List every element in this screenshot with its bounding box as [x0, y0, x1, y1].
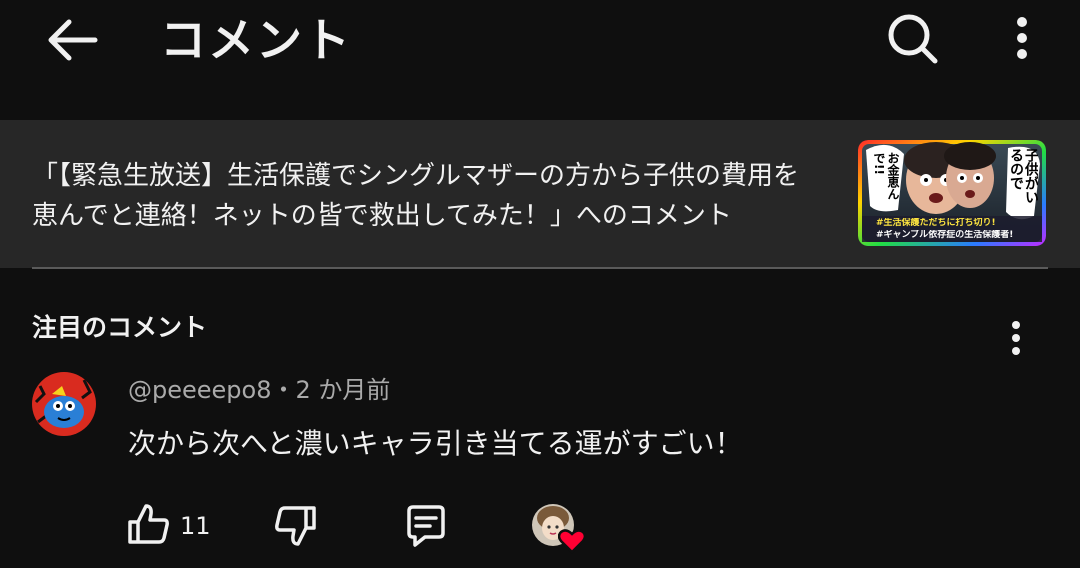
comment-text: 次から次へと濃いキャラ引き当てる運がすごい！ [128, 427, 743, 460]
video-thumbnail[interactable]: 子供がいるので お金恵んで!! #生活保護ただちに打ち切り! #ギャンブル依存症… [858, 140, 1046, 246]
reply-button[interactable] [400, 500, 452, 552]
reply-icon [407, 505, 445, 547]
comment-time: 2 か月前 [295, 376, 391, 404]
thumbnail-caption-bottom-2: #ギャンブル依存症の生活保護者! [876, 230, 1014, 240]
thumbs-down-icon [275, 506, 316, 546]
more-vertical-icon [1017, 17, 1027, 59]
page-title: コメント [160, 13, 352, 67]
thumbs-up-icon [128, 504, 169, 544]
thumbnail-caption-side: お金恵んで!! [872, 152, 900, 200]
search-icon [888, 14, 938, 64]
arrow-left-icon [48, 19, 98, 61]
video-title-line-2: 恵んでと連絡！ネットの皆で救出してみた！」へのコメント [32, 201, 732, 231]
creator-heart [532, 504, 590, 554]
divider [32, 267, 1048, 269]
section-title: 注目のコメント [32, 313, 208, 342]
heart-icon [558, 529, 586, 554]
dislike-button[interactable] [270, 500, 322, 552]
like-count: 11 [180, 512, 211, 540]
search-button[interactable] [880, 10, 944, 66]
more-options-button[interactable] [996, 10, 1048, 66]
thumbnail-caption-bottom-1: #生活保護ただちに打ち切り! [876, 218, 996, 228]
meta-separator: ・ [271, 376, 296, 404]
comment-meta: @peeeepo8・2 か月前 [128, 372, 390, 408]
video-title-line-1: 「【緊急生放送】生活保護でシングルマザーの方から子供の費用を [32, 161, 800, 191]
back-button[interactable] [40, 12, 104, 68]
more-vertical-icon [1012, 321, 1020, 355]
like-button[interactable] [124, 500, 172, 548]
avatar[interactable] [32, 372, 96, 436]
video-title[interactable]: 「【緊急生放送】生活保護でシングルマザーの方から子供の費用を 恵んでと連絡！ネッ… [32, 156, 838, 236]
comment-author[interactable]: @peeeepo8 [128, 376, 271, 404]
thumbnail-caption-main: 子供がいるので [1010, 148, 1038, 204]
section-more-button[interactable] [990, 316, 1042, 360]
